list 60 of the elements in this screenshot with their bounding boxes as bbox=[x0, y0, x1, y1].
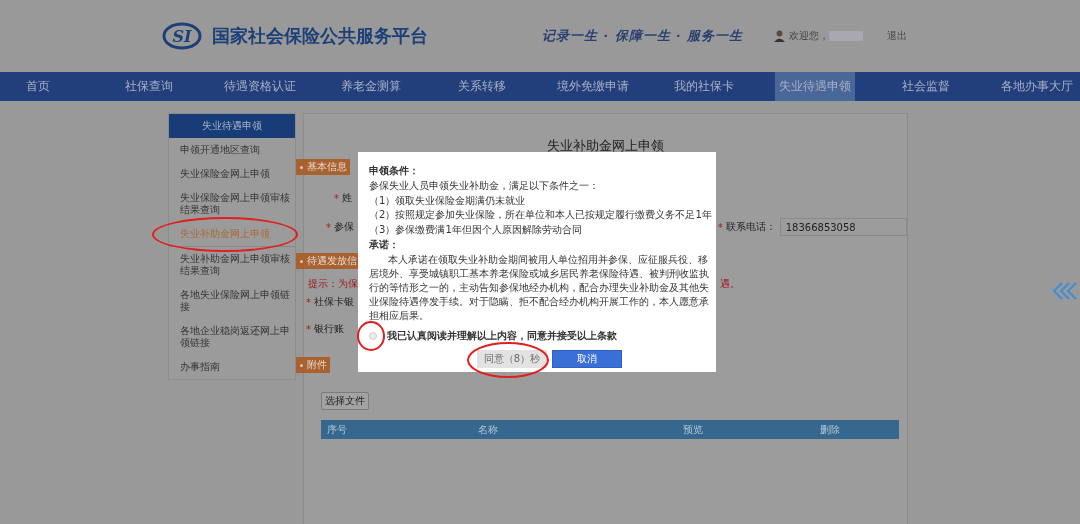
required-mark: * bbox=[717, 221, 723, 233]
required-mark: * bbox=[306, 323, 311, 335]
slogan: 记录一生 · 保障一生 · 服务一生 bbox=[542, 27, 745, 45]
sidebar-title: 失业待遇申领 bbox=[169, 114, 295, 138]
condition-text: 参保缴费满1年但因个人原因解除劳动合同 bbox=[395, 222, 582, 237]
section-tag: 待遇发放信 bbox=[296, 253, 360, 269]
nav-item[interactable]: 我的社保卡 bbox=[664, 72, 744, 101]
nav-item[interactable]: 待遇资格认证 bbox=[220, 72, 300, 101]
nav-item[interactable]: 社保查询 bbox=[109, 72, 189, 101]
condition-number: （1） bbox=[369, 193, 396, 208]
sidebar-item[interactable]: 失业保险金网上申领 bbox=[169, 162, 295, 186]
conditions-heading: 申领条件： bbox=[369, 164, 420, 178]
pledge-text: 本人承诺在领取失业补助金期间被用人单位招用并参保、应征服兵役、移居境外、享受城镇职工基本养老保险或城乡居民养老保险待遇、被判刑收监执行的等情形之一的，主动告知参保地经办机构，配合办理失业补助金及其他失业保险待遇停发手续。对于隐瞒、拒不配合经办机构开展工作的，本人愿意承担相应后果。 bbox=[369, 253, 710, 323]
hint-text: 提示：为保 bbox=[308, 278, 358, 289]
choose-file-button[interactable]: 选择文件 bbox=[321, 392, 369, 410]
column-header: 序号 bbox=[327, 423, 347, 437]
phone-field[interactable]: 18366853058 bbox=[779, 218, 907, 236]
nav-item[interactable]: 失业待遇申领 bbox=[775, 72, 855, 101]
field-label: 姓 bbox=[342, 191, 352, 205]
section-tag: 附件 bbox=[296, 357, 330, 373]
column-header: 预览 bbox=[683, 423, 703, 437]
field-label: 社保卡银 bbox=[314, 295, 354, 309]
nav-item[interactable]: 首页 bbox=[0, 72, 78, 101]
logo-icon: SI bbox=[162, 22, 202, 50]
consent-checkbox[interactable] bbox=[369, 332, 377, 341]
required-mark: * bbox=[334, 192, 339, 204]
logout-link[interactable]: 退出 bbox=[887, 29, 907, 43]
section-tag: 基本信息 bbox=[296, 159, 350, 175]
sidebar-item[interactable]: 申领开通地区查询 bbox=[169, 138, 295, 162]
user-icon bbox=[774, 30, 785, 42]
sidebar-item[interactable]: 各地企业稳岗返还网上申领链接 bbox=[169, 319, 295, 355]
site-name: 国家社会保险公共服务平台 bbox=[212, 24, 429, 48]
nav-item[interactable]: 关系转移 bbox=[442, 72, 522, 101]
pledge-heading: 承诺： bbox=[369, 238, 400, 252]
conditions-intro: 参保失业人员申领失业补助金，满足以下条件之一： bbox=[369, 179, 600, 193]
nav-item[interactable]: 境外免缴申请 bbox=[553, 72, 633, 101]
cancel-button[interactable]: 取消 bbox=[552, 349, 622, 368]
condition-text: 领取失业保险金期满仍未就业 bbox=[395, 193, 526, 208]
field-label: 银行账 bbox=[314, 322, 344, 336]
column-header: 删除 bbox=[820, 423, 840, 437]
condition-number: （3） bbox=[369, 222, 396, 237]
sidebar-item[interactable]: 失业保险金网上申领审核结果查询 bbox=[169, 186, 295, 222]
consent-label: 我已认真阅读并理解以上内容，同意并接受以上条款 bbox=[387, 329, 617, 343]
field-label: 参保 bbox=[334, 220, 354, 234]
nav-item[interactable]: 各地办事大厅 bbox=[997, 72, 1077, 101]
required-mark: * bbox=[306, 296, 311, 308]
condition-number: （2） bbox=[369, 208, 396, 222]
hint-text: 遇。 bbox=[720, 277, 740, 291]
sidebar-item[interactable]: 各地失业保险网上申领链接 bbox=[169, 283, 295, 319]
condition-text: 按照规定参加失业保险，所在单位和本人已按规定履行缴费义务不足1年 bbox=[395, 208, 712, 222]
nav-item[interactable]: 社会监督 bbox=[886, 72, 966, 101]
sidebar-item[interactable]: 失业补助金网上申领审核结果查询 bbox=[169, 247, 295, 283]
required-mark: * bbox=[326, 221, 331, 233]
nav-item[interactable]: 养老金测算 bbox=[331, 72, 411, 101]
field-label: 联系电话： bbox=[725, 220, 776, 234]
form-title: 失业补助金网上申领 bbox=[546, 137, 665, 155]
sidebar-item[interactable]: 办事指南 bbox=[169, 355, 295, 379]
column-header: 名称 bbox=[478, 423, 498, 437]
double-chevron-icon[interactable] bbox=[1052, 282, 1078, 300]
greeting: 欢迎您， bbox=[789, 29, 829, 43]
